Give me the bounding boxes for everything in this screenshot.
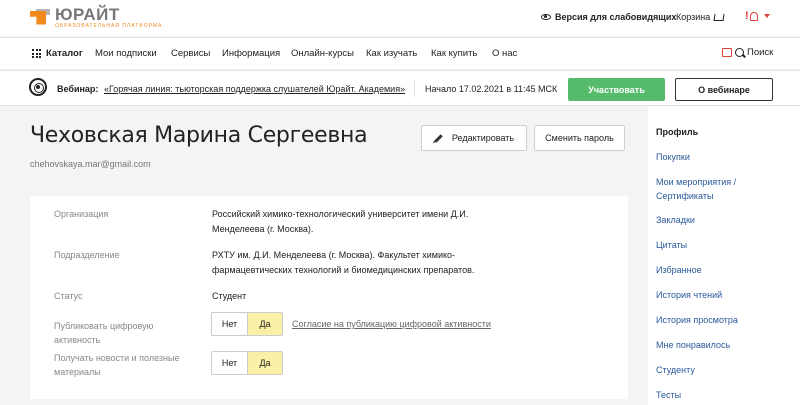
- newsletter-label: Получать новости и полезные материалы: [54, 353, 180, 377]
- visually-impaired-label: Версия для слабовидящих: [555, 12, 677, 22]
- grid-icon: [32, 49, 41, 58]
- organization-value: Российский химико-технологический универ…: [212, 209, 469, 234]
- profile-details-card: Организация Российский химико-технологич…: [30, 196, 628, 399]
- edit-button-label: Редактировать: [451, 133, 515, 143]
- eye-icon: [541, 14, 551, 20]
- user-icon: [749, 11, 758, 21]
- user-email: chehovskaya.mar@gmail.com: [30, 159, 151, 169]
- nav-catalog[interactable]: Каталог: [32, 48, 83, 59]
- join-webinar-button[interactable]: Участвовать: [568, 78, 665, 101]
- sidebar-item-reading-history[interactable]: История чтений: [656, 288, 796, 302]
- pencil-icon: [434, 133, 443, 143]
- cart-label: Корзина: [676, 12, 711, 22]
- visually-impaired-link[interactable]: Версия для слабовидящих: [541, 12, 676, 22]
- publish-activity-yes[interactable]: Да: [247, 313, 282, 335]
- organization-label: Организация: [54, 209, 109, 219]
- logo[interactable]: ЮРАЙТ образовательная платформа: [30, 6, 163, 29]
- newsletter-toggle: Нет Да: [211, 351, 283, 375]
- webinar-banner: Вебинар: «Горячая линия: тьюторская подд…: [0, 70, 800, 106]
- sidebar-item-student[interactable]: Студенту: [656, 363, 796, 377]
- sidebar-item-liked[interactable]: Мне понравилось: [656, 338, 796, 352]
- chevron-down-icon: [763, 14, 770, 18]
- nav-catalog-label: Каталог: [46, 48, 83, 59]
- webinar-title-link[interactable]: «Горячая линия: тьюторская поддержка слу…: [104, 84, 416, 94]
- logo-name: ЮРАЙТ: [55, 5, 120, 24]
- department-value: РХТУ им. Д.И. Менделеева (г. Москва). Фа…: [212, 250, 475, 275]
- sidebar-item-favorites[interactable]: Избранное: [656, 263, 796, 277]
- department-label: Подразделение: [54, 250, 120, 260]
- search-icon: [735, 48, 744, 57]
- divider: [414, 80, 415, 97]
- search-button[interactable]: Поиск: [722, 47, 773, 58]
- broadcast-icon: [29, 78, 47, 96]
- sidebar-item-profile[interactable]: Профиль: [656, 125, 796, 139]
- status-value: Студент: [212, 291, 247, 301]
- page-title: Чеховская Марина Сергеевна: [30, 123, 368, 148]
- webinar-label: Вебинар:: [57, 84, 99, 94]
- logo-mark-icon: [30, 8, 52, 27]
- nav-how-to-study[interactable]: Как изучать: [366, 48, 417, 59]
- sidebar-item-events[interactable]: Мои мероприятия / Сертификаты: [656, 175, 796, 203]
- profile-sidebar: Профиль Покупки Мои мероприятия / Сертиф…: [648, 106, 800, 405]
- top-header: ЮРАЙТ образовательная платформа Версия д…: [0, 0, 800, 36]
- status-label: Статус: [54, 291, 83, 301]
- cart-link[interactable]: Корзина: [676, 12, 725, 22]
- main-nav: Каталог Мои подписки Сервисы Информация …: [0, 37, 800, 69]
- sidebar-item-purchases[interactable]: Покупки: [656, 150, 796, 164]
- nav-online-courses[interactable]: Онлайн-курсы: [291, 48, 354, 59]
- nav-services[interactable]: Сервисы: [171, 48, 210, 59]
- user-alert-icon: !: [745, 10, 749, 22]
- publish-activity-label: Публиковать цифровую активность: [54, 321, 154, 345]
- newsletter-no[interactable]: Нет: [212, 352, 247, 374]
- publish-activity-toggle: Нет Да: [211, 312, 283, 336]
- webinar-start-time: Начало 17.02.2021 в 11:45 МСК: [425, 84, 558, 94]
- cart-icon: [713, 13, 725, 21]
- sidebar-item-quotes[interactable]: Цитаты: [656, 238, 796, 252]
- nav-about[interactable]: О нас: [492, 48, 517, 59]
- publish-activity-no[interactable]: Нет: [212, 313, 247, 335]
- sidebar-item-tests[interactable]: Тесты: [656, 388, 796, 402]
- chat-icon[interactable]: [722, 48, 732, 57]
- edit-button[interactable]: Редактировать: [421, 125, 527, 151]
- consent-link[interactable]: Согласие на публикацию цифровой активнос…: [292, 319, 491, 329]
- change-password-button[interactable]: Сменить пароль: [534, 125, 625, 151]
- nav-how-to-buy[interactable]: Как купить: [431, 48, 477, 59]
- nav-information[interactable]: Информация: [222, 48, 280, 59]
- sidebar-item-view-history[interactable]: История просмотра: [656, 313, 796, 327]
- user-menu[interactable]: !: [745, 10, 770, 22]
- newsletter-yes[interactable]: Да: [247, 352, 282, 374]
- search-label: Поиск: [747, 47, 774, 58]
- profile-main: Чеховская Марина Сергеевна chehovskaya.m…: [30, 115, 628, 399]
- about-webinar-button[interactable]: О вебинаре: [675, 78, 773, 101]
- nav-subscriptions[interactable]: Мои подписки: [95, 48, 157, 59]
- logo-subtitle: образовательная платформа: [55, 23, 163, 29]
- sidebar-item-bookmarks[interactable]: Закладки: [656, 213, 796, 227]
